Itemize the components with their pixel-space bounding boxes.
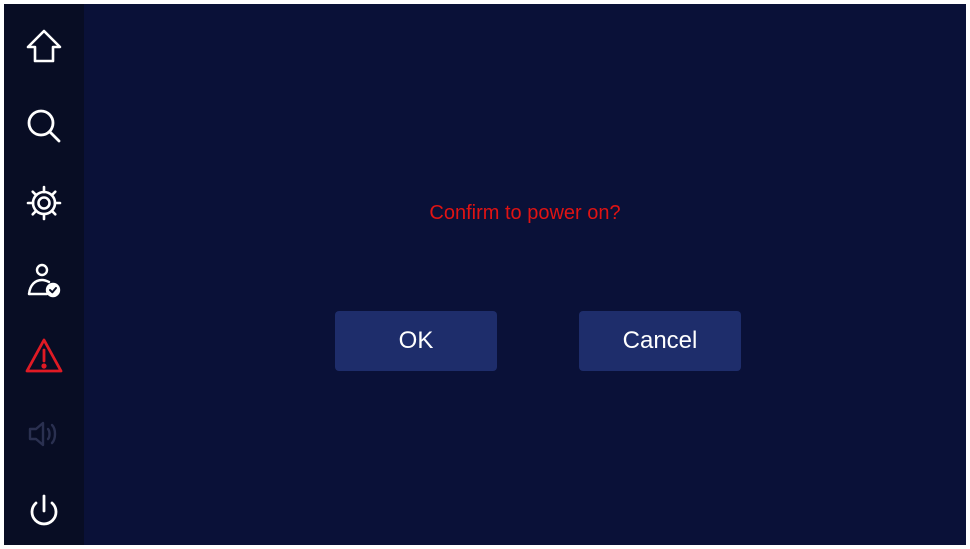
- sidebar-item-alarm[interactable]: [4, 326, 84, 386]
- confirm-dialog: Confirm to power on? OK Cancel: [84, 4, 966, 545]
- ok-button[interactable]: OK: [335, 311, 497, 371]
- sidebar-item-home[interactable]: [4, 15, 84, 75]
- sidebar: [4, 4, 84, 545]
- warning-icon: [25, 338, 63, 373]
- speaker-icon: [28, 421, 57, 447]
- sidebar-item-sound[interactable]: [4, 404, 84, 464]
- app-window: Confirm to power on? OK Cancel: [4, 4, 966, 545]
- sidebar-item-user[interactable]: [4, 250, 84, 310]
- home-icon: [26, 29, 62, 63]
- sidebar-item-settings[interactable]: [4, 173, 84, 233]
- gear-icon: [26, 185, 62, 221]
- search-icon: [27, 109, 61, 143]
- confirm-message: Confirm to power on?: [429, 202, 621, 224]
- power-icon: [30, 494, 58, 526]
- sidebar-item-search[interactable]: [4, 96, 84, 156]
- sidebar-item-power[interactable]: [4, 481, 84, 541]
- user-check-icon: [27, 263, 61, 298]
- cancel-button[interactable]: Cancel: [579, 311, 741, 371]
